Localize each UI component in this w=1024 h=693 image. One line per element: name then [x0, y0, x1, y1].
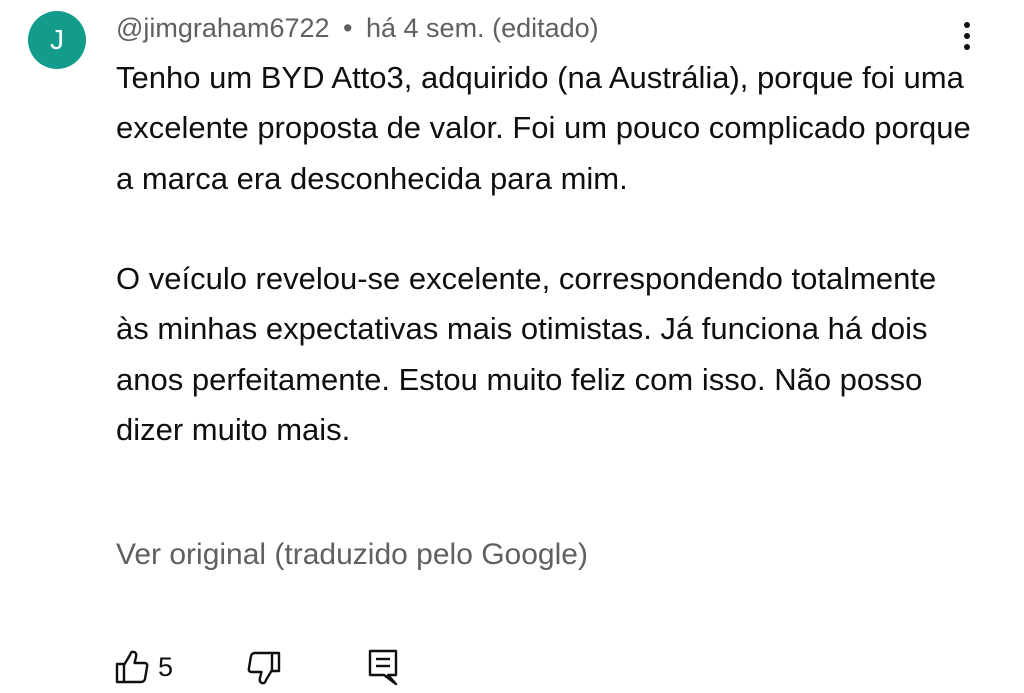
avatar-letter: J: [50, 24, 64, 55]
like-count: 5: [158, 651, 174, 682]
thumbs-up-icon: [115, 650, 149, 684]
comment-text: Tenho um BYD Atto3, adquirido (na Austrá…: [116, 53, 976, 455]
reply-comment-icon: [368, 649, 398, 686]
more-options-button[interactable]: [950, 18, 984, 58]
edited-label: (editado): [492, 13, 599, 43]
reply-button[interactable]: [366, 644, 400, 690]
avatar[interactable]: J: [28, 11, 86, 69]
comment-header: @jimgraham6722 • há 4 sem. (editado): [116, 10, 599, 46]
more-vertical-icon: [964, 22, 970, 50]
dislike-button[interactable]: [244, 644, 282, 690]
author-handle[interactable]: @jimgraham6722: [116, 13, 330, 43]
comment-paragraph-2: O veículo revelou-se excelente, correspo…: [116, 261, 937, 448]
thumbs-down-icon: [247, 651, 281, 685]
like-button[interactable]: 5: [114, 644, 173, 690]
comment-time[interactable]: há 4 sem.: [366, 13, 485, 43]
header-separator: •: [343, 13, 353, 43]
comment-paragraph-1: Tenho um BYD Atto3, adquirido (na Austrá…: [116, 60, 971, 196]
see-original-link[interactable]: Ver original (traduzido pelo Google): [116, 533, 588, 577]
